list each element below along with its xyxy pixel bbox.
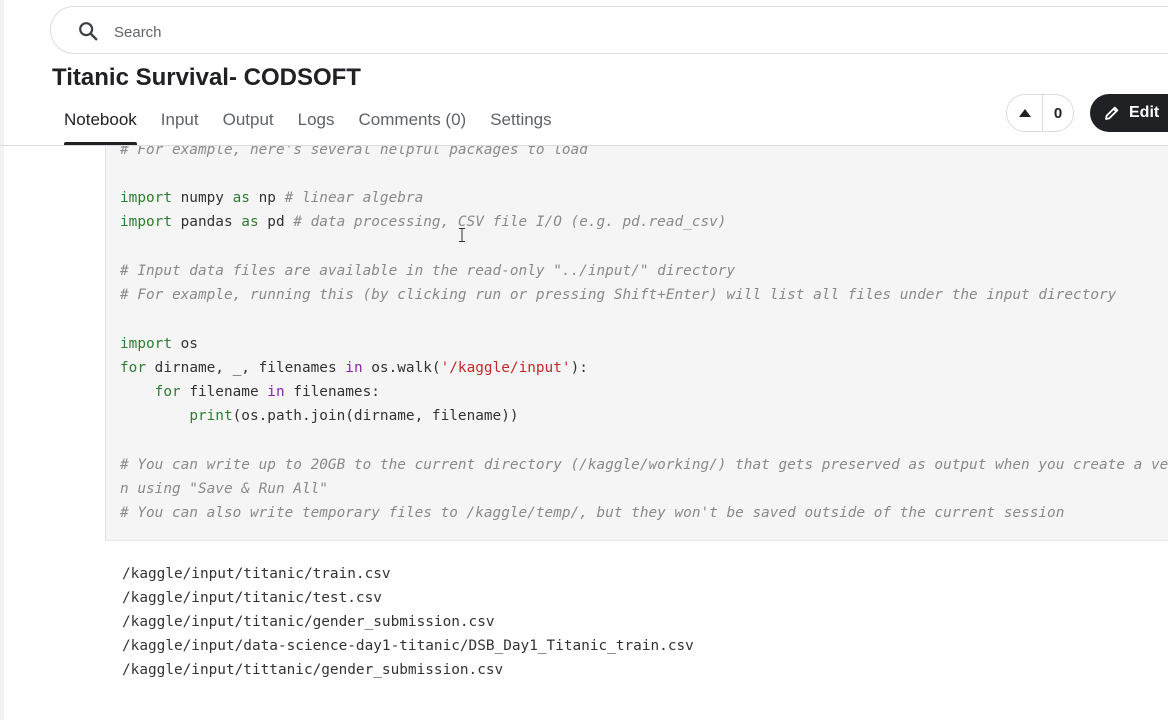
code-line: import os	[120, 336, 198, 352]
code-line: n using "Save & Run All"	[120, 481, 328, 497]
code-line: # Input data files are available in the …	[120, 263, 736, 279]
output-line: /kaggle/input/titanic/test.csv	[122, 590, 382, 606]
code-line: # For example, running this (by clicking…	[120, 287, 1117, 303]
page-title: Titanic Survival- CODSOFT	[52, 64, 361, 91]
code-line: for dirname, _, filenames in os.walk('/k…	[120, 360, 588, 376]
tab-logs[interactable]: Logs	[286, 100, 347, 145]
search-input[interactable]	[112, 19, 1016, 45]
notebook-page: Titanic Survival- CODSOFT Notebook Input…	[0, 0, 1168, 720]
code-line: for filename in filenames:	[154, 384, 380, 400]
vote-count: 0	[1053, 104, 1063, 122]
tab-input[interactable]: Input	[149, 100, 211, 145]
tab-output[interactable]: Output	[211, 100, 286, 145]
caret-up-icon	[1018, 109, 1031, 117]
output-line: /kaggle/input/titanic/train.csv	[122, 566, 391, 582]
tab-comments[interactable]: Comments (0)	[347, 100, 479, 145]
code-line: import pandas as pd # data processing, C…	[120, 214, 727, 230]
text-cursor-icon	[459, 228, 465, 242]
code-line: print(os.path.join(dirname, filename))	[189, 408, 519, 424]
tab-settings[interactable]: Settings	[478, 100, 563, 145]
edit-button-label: Edit	[1129, 104, 1160, 121]
search-icon	[79, 22, 98, 41]
output-line: /kaggle/input/titanic/gender_submission.…	[122, 614, 495, 630]
code-line: # For example, here's several helpful pa…	[120, 146, 588, 158]
code-line: import numpy as np # linear algebra	[120, 190, 424, 206]
code-line: # You can write up to 20GB to the curren…	[120, 457, 1168, 473]
code-line: # You can also write temporary files to …	[120, 505, 1065, 521]
vote-widget: 0	[1006, 94, 1074, 132]
output-line: /kaggle/input/data-science-day1-titanic/…	[122, 638, 694, 654]
output-line: /kaggle/input/tittanic/gender_submission…	[122, 662, 504, 678]
edit-button[interactable]: Edit	[1090, 94, 1168, 132]
tab-notebook[interactable]: Notebook	[52, 100, 149, 145]
left-edge	[0, 0, 4, 720]
code-cell[interactable]: # For example, here's several helpful pa…	[105, 146, 1168, 541]
pencil-icon	[1105, 106, 1119, 120]
search-bar[interactable]	[50, 6, 1168, 54]
upvote-button[interactable]	[1007, 95, 1043, 131]
notebook-tabs: Notebook Input Output Logs Comments (0) …	[52, 100, 564, 145]
